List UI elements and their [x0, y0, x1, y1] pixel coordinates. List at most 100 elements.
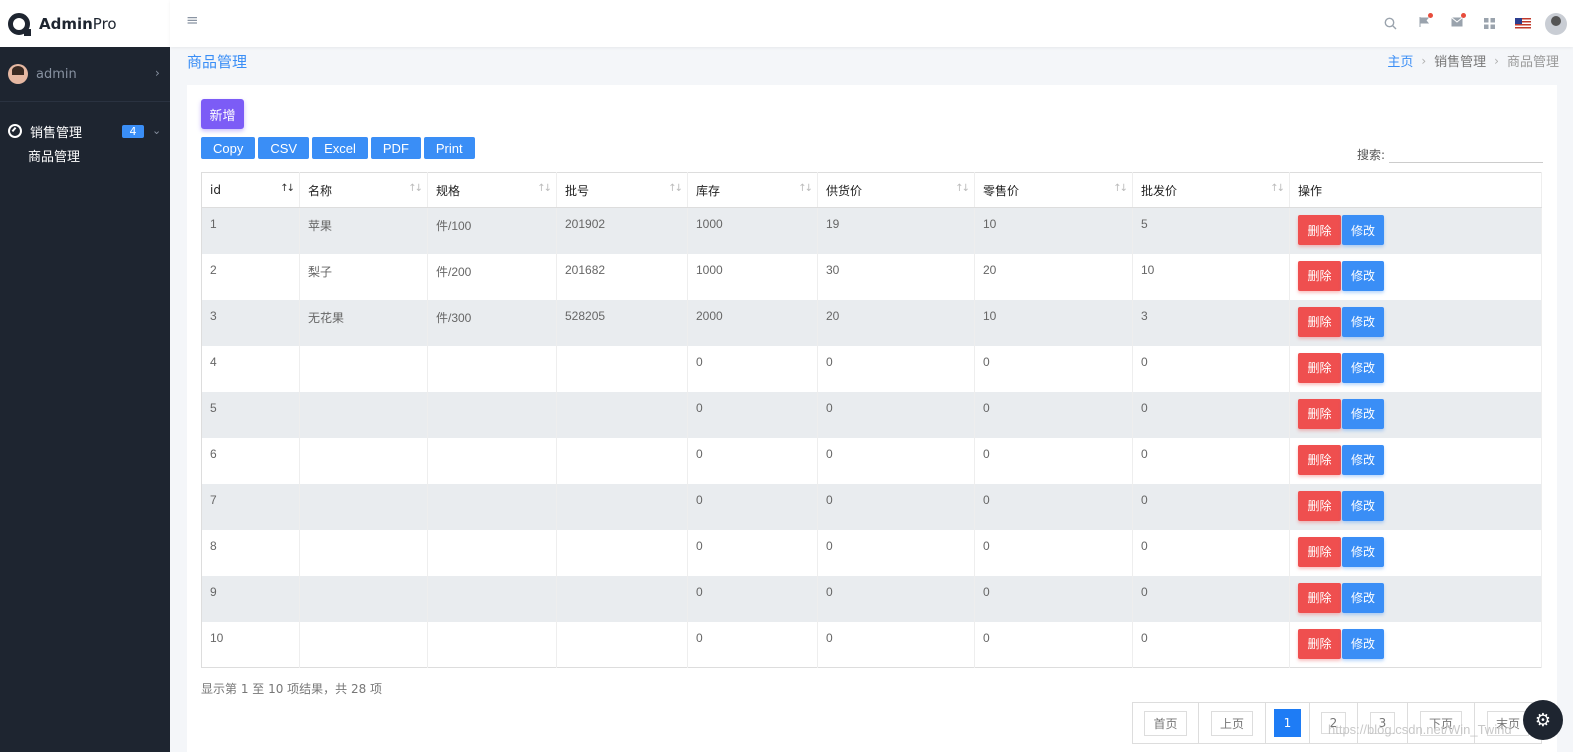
table-cell: [427, 437, 557, 484]
delete-button[interactable]: 删除: [1298, 398, 1341, 429]
breadcrumb-section[interactable]: 销售管理: [1434, 51, 1486, 70]
table-cell: [556, 345, 688, 392]
table-cell: [299, 391, 428, 438]
delete-button[interactable]: 删除: [1298, 215, 1341, 245]
page-first-button[interactable]: 首页: [1133, 703, 1199, 743]
export-toolbar: Copy CSV Excel PDF Print: [201, 137, 475, 159]
edit-button[interactable]: 修改: [1342, 352, 1384, 383]
edit-button[interactable]: 修改: [1342, 628, 1384, 659]
breadcrumb-current: 商品管理: [1506, 55, 1559, 70]
column-header-retail-price[interactable]: 零售价 ↑↓: [974, 172, 1133, 208]
table-row: 8 0 0 0 0 删除 修改: [201, 529, 1542, 576]
products-table: id ↑↓ 名称 ↑↓ 规格 ↑↓ 批号 ↑↓ 库存 ↑↓ 供货价 ↑↓ 零售价 ↑↓ 批发价…: [201, 172, 1542, 668]
column-header-batch[interactable]: 批号 ↑↓: [556, 172, 688, 208]
grid-icon[interactable]: [1473, 0, 1506, 47]
print-button[interactable]: Print: [423, 137, 475, 159]
delete-button[interactable]: 删除: [1298, 628, 1341, 659]
sidebar-item-sales[interactable]: 销售管理 4 ⌄: [0, 116, 170, 146]
table-cell: 梨子: [299, 253, 428, 300]
edit-button[interactable]: 修改: [1342, 215, 1384, 245]
table-cell: 3: [201, 299, 300, 346]
pdf-button[interactable]: PDF: [370, 137, 421, 159]
table-cell: [556, 529, 688, 576]
mail-icon[interactable]: [1440, 0, 1473, 47]
delete-button[interactable]: 删除: [1298, 260, 1341, 291]
search-icon[interactable]: [1374, 0, 1407, 47]
edit-button[interactable]: 修改: [1342, 398, 1384, 429]
table-cell: 0: [687, 575, 818, 622]
row-actions: 删除 修改: [1289, 437, 1542, 484]
table-row: 10 0 0 0 0 删除 修改: [201, 621, 1542, 668]
breadcrumb-home[interactable]: 主页: [1387, 51, 1413, 70]
edit-button[interactable]: 修改: [1342, 490, 1384, 521]
sort-icon: ↑↓: [1270, 183, 1285, 194]
row-actions: 删除 修改: [1289, 345, 1542, 392]
table-cell: 10: [1132, 253, 1290, 300]
delete-button[interactable]: 删除: [1298, 444, 1341, 475]
table-cell: [556, 575, 688, 622]
menu-toggle-icon[interactable]: ≡: [186, 13, 200, 28]
user-avatar[interactable]: [1545, 12, 1567, 35]
table-row: 4 0 0 0 0 删除 修改: [201, 345, 1542, 392]
menu-count-badge: 4: [122, 125, 144, 138]
table-cell: 0: [974, 391, 1133, 438]
table-cell: [427, 621, 557, 668]
column-header-wholesale-price[interactable]: 批发价 ↑↓: [1132, 172, 1290, 208]
delete-button[interactable]: 删除: [1298, 352, 1341, 383]
sort-icon: ↑↓: [537, 183, 552, 194]
table-cell: 10: [974, 207, 1133, 254]
column-header-id[interactable]: id ↑↓: [201, 172, 300, 208]
edit-button[interactable]: 修改: [1342, 260, 1384, 291]
edit-button[interactable]: 修改: [1342, 444, 1384, 475]
row-actions: 删除 修改: [1289, 299, 1542, 346]
table-cell: 2000: [687, 299, 818, 346]
table-cell: 201902: [556, 207, 688, 254]
table-cell: 20: [974, 253, 1133, 300]
table-cell: 0: [687, 483, 818, 530]
brand-name-light: Pro: [92, 14, 117, 33]
table-cell: 0: [687, 437, 818, 484]
excel-button[interactable]: Excel: [312, 137, 368, 159]
delete-button[interactable]: 删除: [1298, 306, 1341, 337]
delete-button[interactable]: 删除: [1298, 490, 1341, 521]
edit-button[interactable]: 修改: [1342, 536, 1384, 567]
edit-button[interactable]: 修改: [1342, 582, 1384, 613]
table-cell: 0: [974, 437, 1133, 484]
chevron-right-icon: ›: [155, 66, 160, 80]
table-cell: 0: [817, 437, 975, 484]
add-button[interactable]: 新增: [201, 99, 244, 129]
table-cell: 0: [1132, 345, 1290, 392]
search-label: 搜索:: [1356, 148, 1385, 162]
table-body: 1 苹果 件/100 201902 1000 19 10 5 删除 修改 2 梨子 件/200 20168…: [201, 207, 1542, 668]
table-cell: 1: [201, 207, 300, 254]
us-flag-icon[interactable]: [1506, 0, 1539, 47]
table-cell: [427, 345, 557, 392]
table-cell: 9: [201, 575, 300, 622]
sidebar-item-products[interactable]: 商品管理: [0, 146, 170, 170]
table-cell: 0: [1132, 391, 1290, 438]
column-header-stock[interactable]: 库存 ↑↓: [687, 172, 818, 208]
copy-button[interactable]: Copy: [201, 137, 256, 159]
table-cell: 8: [201, 529, 300, 576]
sidebar-username: admin: [36, 66, 77, 82]
table-row: 5 0 0 0 0 删除 修改: [201, 391, 1542, 438]
settings-gear-icon[interactable]: ⚙: [1523, 700, 1563, 740]
csv-button[interactable]: CSV: [258, 137, 310, 159]
sidebar-user[interactable]: admin ›: [0, 47, 170, 102]
table-row: 6 0 0 0 0 删除 修改: [201, 437, 1542, 484]
page-1-button[interactable]: 1: [1266, 703, 1310, 743]
breadcrumb: 主页 › 销售管理 › 商品管理: [1387, 51, 1559, 71]
delete-button[interactable]: 删除: [1298, 582, 1341, 613]
column-header-supply-price[interactable]: 供货价 ↑↓: [817, 172, 975, 208]
table-cell: 0: [817, 621, 975, 668]
page-prev-button[interactable]: 上页: [1199, 703, 1266, 743]
edit-button[interactable]: 修改: [1342, 306, 1384, 337]
table-cell: 2: [201, 253, 300, 300]
search-input[interactable]: [1389, 145, 1543, 163]
brand-logo[interactable]: AdminPro: [0, 0, 170, 47]
delete-button[interactable]: 删除: [1298, 536, 1341, 567]
flag-icon[interactable]: [1407, 0, 1440, 47]
table-cell: 0: [1132, 529, 1290, 576]
column-header-name[interactable]: 名称 ↑↓: [299, 172, 428, 208]
column-header-spec[interactable]: 规格 ↑↓: [427, 172, 557, 208]
